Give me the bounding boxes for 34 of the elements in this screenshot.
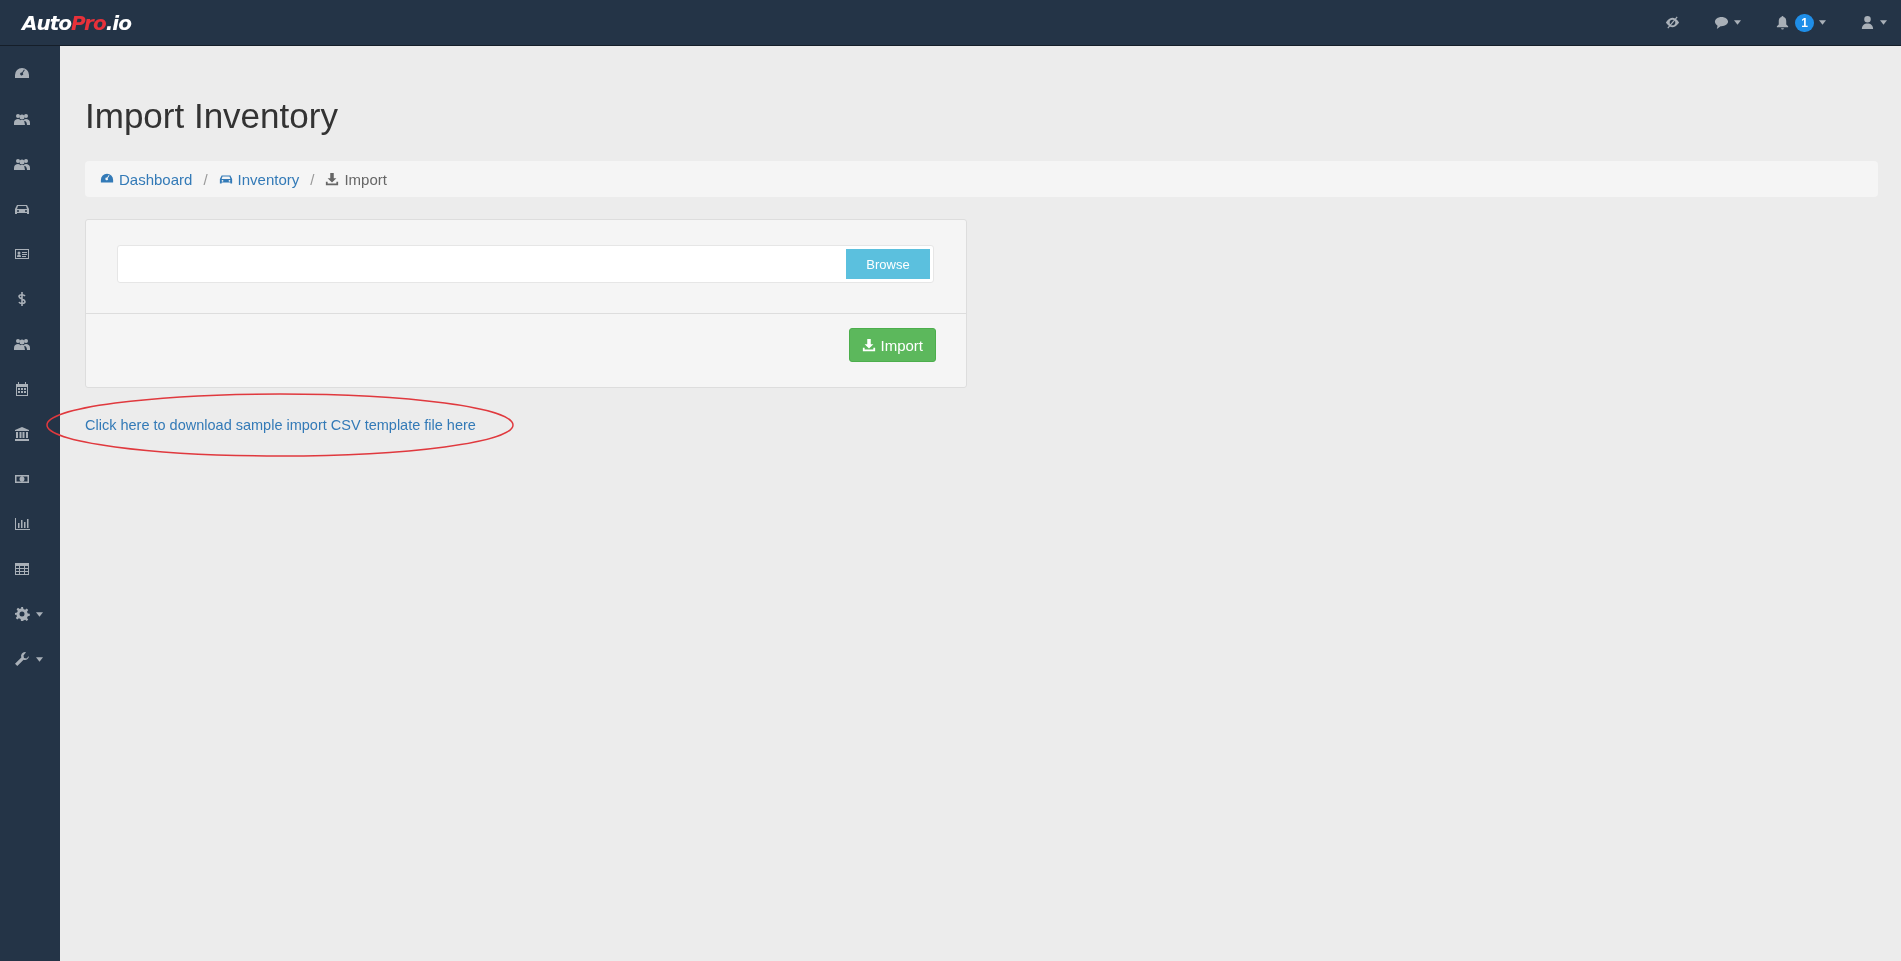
table-icon xyxy=(14,561,30,577)
caret-icon xyxy=(36,656,43,662)
browse-button[interactable]: Browse xyxy=(846,249,930,279)
import-button[interactable]: Import xyxy=(849,328,936,362)
bar-chart-icon xyxy=(14,516,30,532)
page-title: Import Inventory xyxy=(85,96,339,136)
id-card-icon xyxy=(14,246,30,262)
calendar-icon xyxy=(14,381,30,397)
breadcrumb-current: Import xyxy=(344,170,387,188)
caret-icon xyxy=(36,611,43,617)
caret-icon xyxy=(1880,20,1887,25)
users-icon xyxy=(14,336,30,352)
download-icon xyxy=(862,338,877,352)
download-icon xyxy=(325,172,340,186)
eye-slash-icon[interactable] xyxy=(1665,15,1681,30)
breadcrumb-link[interactable]: Inventory xyxy=(237,170,300,188)
bank-icon xyxy=(14,426,30,442)
user-icon[interactable] xyxy=(1860,15,1875,30)
template-download-link[interactable]: Click here to download sample import CSV template file here xyxy=(85,417,476,433)
caret-icon xyxy=(1819,20,1826,25)
users-icon xyxy=(14,156,30,172)
settings-icon xyxy=(14,606,30,622)
breadcrumb-link[interactable]: Dashboard xyxy=(119,170,193,188)
breadcrumb-separator: / xyxy=(310,170,315,188)
wrench-icon xyxy=(14,651,30,667)
caret-icon xyxy=(1734,20,1742,25)
dashboard-icon xyxy=(100,172,114,186)
notification-badge: 1 xyxy=(1795,13,1814,32)
comment-icon[interactable] xyxy=(1714,15,1730,30)
bell-icon[interactable] xyxy=(1775,15,1791,30)
breadcrumb-separator: / xyxy=(203,170,208,188)
users-icon xyxy=(14,111,30,127)
file-input-field[interactable]: Browse xyxy=(117,245,934,283)
logo[interactable]: AutoPro.io xyxy=(22,10,131,35)
